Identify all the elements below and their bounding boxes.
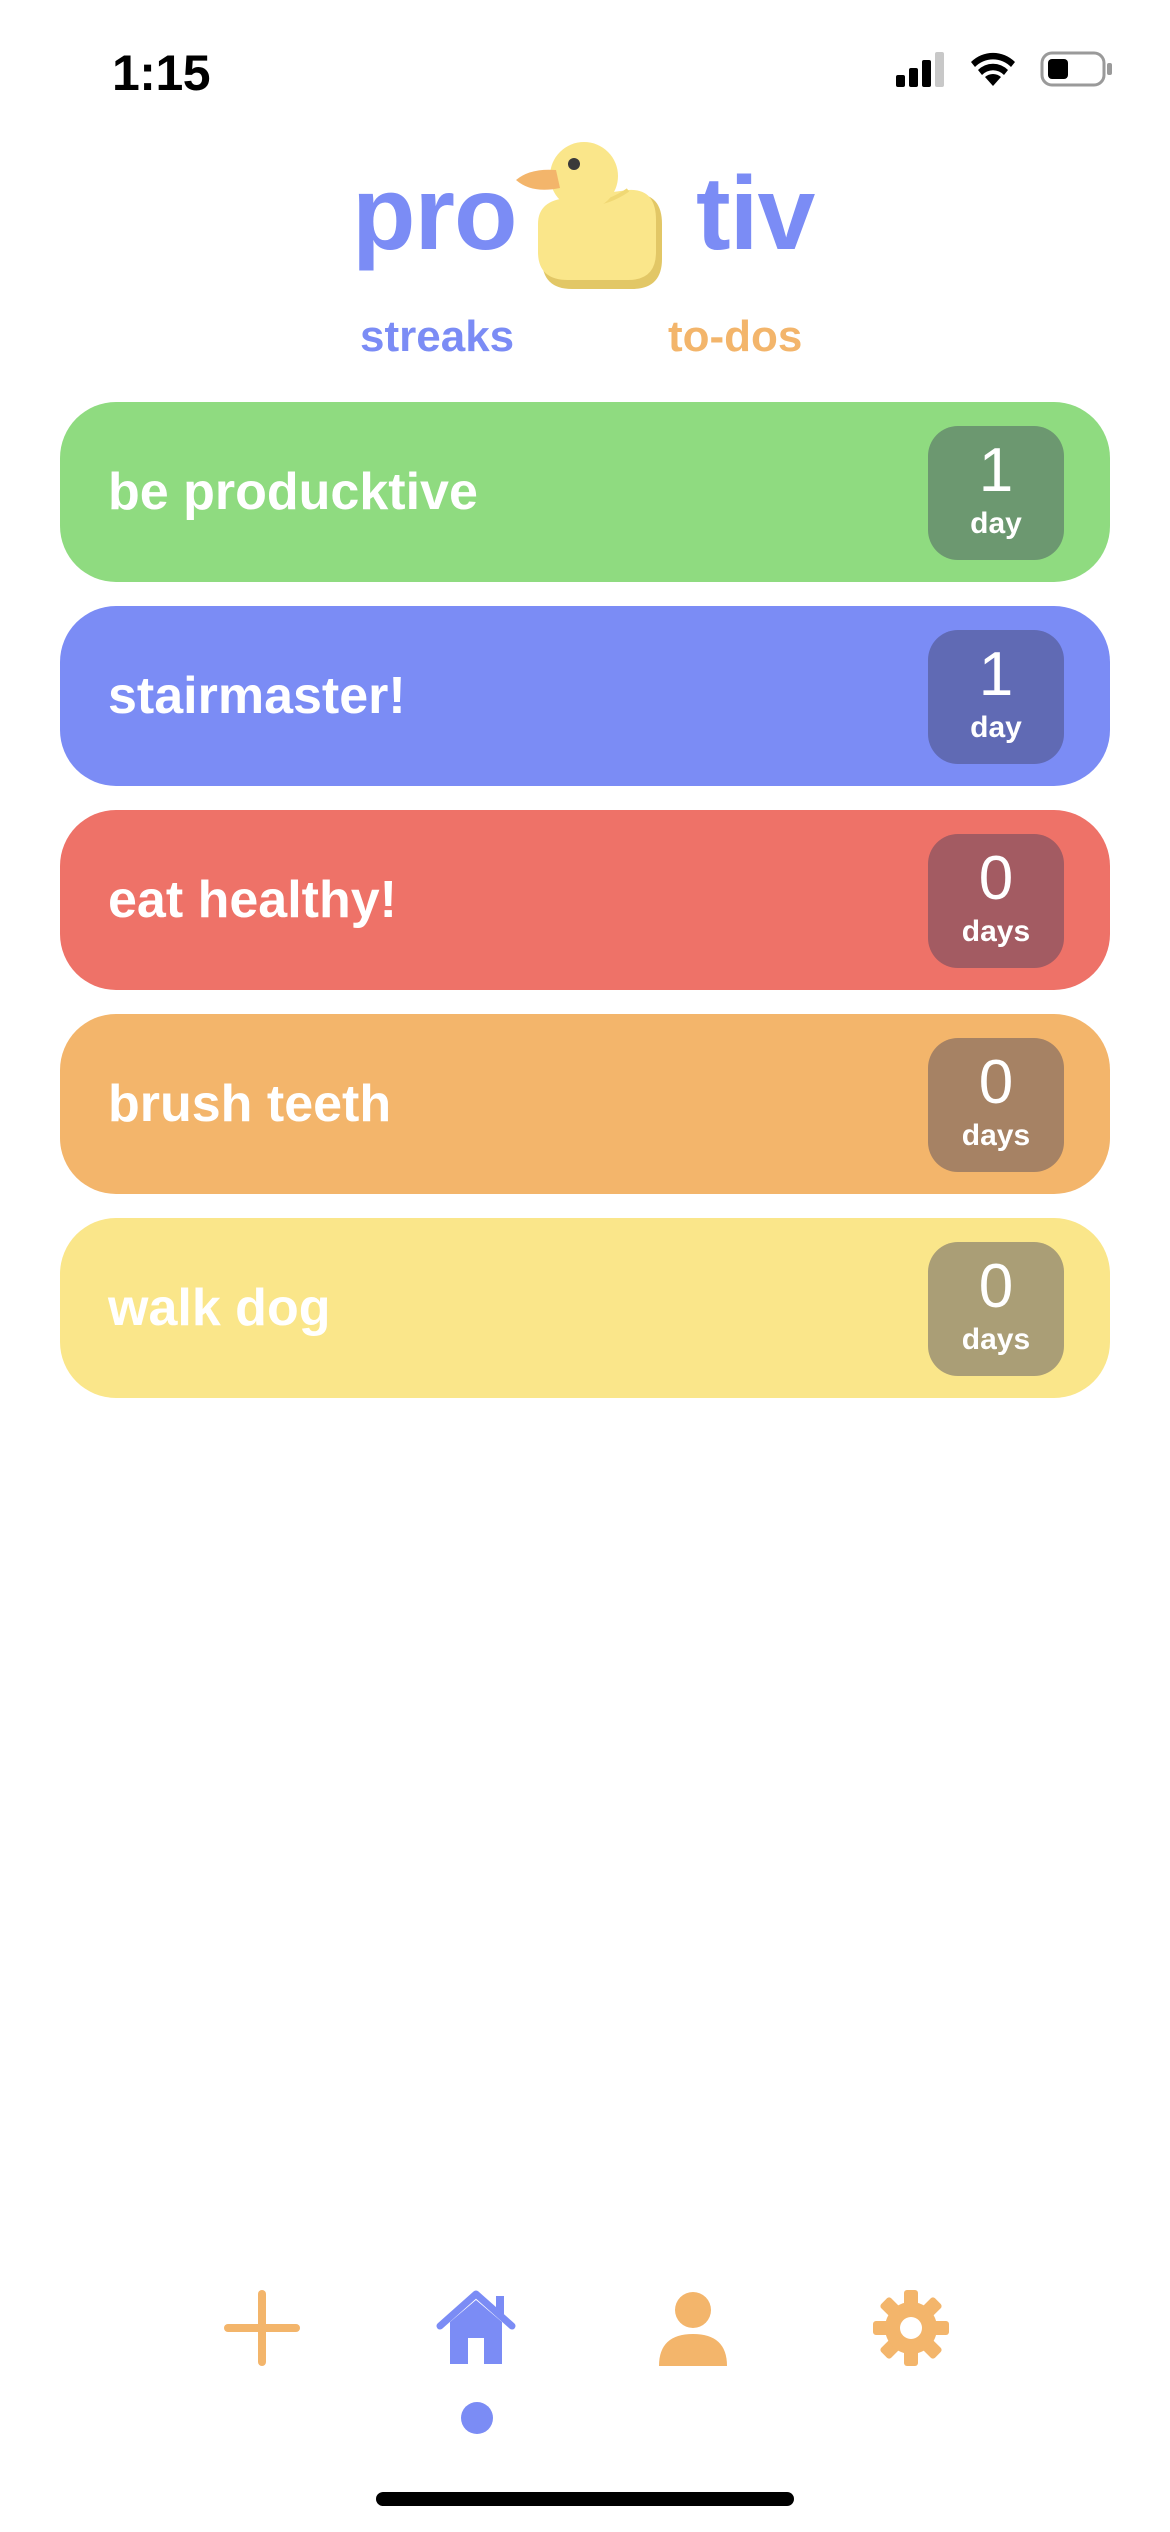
streak-unit: days xyxy=(961,915,1031,948)
streak-count-badge: 0 days xyxy=(928,834,1064,968)
streak-card[interactable]: brush teeth 0 days xyxy=(60,1014,1110,1194)
streak-name: eat healthy! xyxy=(108,871,397,929)
streak-count-badge: 0 days xyxy=(928,1038,1064,1172)
streak-name: be producktive xyxy=(108,463,478,521)
bottom-nav xyxy=(0,2280,1170,2440)
person-icon xyxy=(653,2288,733,2373)
streak-unit: day xyxy=(970,507,1022,540)
home-icon xyxy=(434,2288,518,2373)
battery-icon xyxy=(1040,50,1114,93)
streak-count: 0 xyxy=(978,844,1014,913)
streak-name: stairmaster! xyxy=(108,667,406,725)
streak-unit: days xyxy=(961,1323,1031,1356)
streak-count-badge: 0 days xyxy=(928,1242,1064,1376)
status-bar: 1:15 xyxy=(0,0,1170,140)
streak-card[interactable]: eat healthy! 0 days xyxy=(60,810,1110,990)
streak-count-badge: 1 day xyxy=(928,426,1064,560)
streak-list: be producktive 1 day stairmaster! 1 day … xyxy=(60,402,1110,1422)
add-streak-button[interactable] xyxy=(212,2280,312,2380)
streak-count: 1 xyxy=(978,436,1014,505)
status-time: 1:15 xyxy=(112,45,211,101)
streak-card[interactable]: be producktive 1 day xyxy=(60,402,1110,582)
streak-unit: day xyxy=(970,711,1022,744)
app-logo: pro tiv xyxy=(0,130,1170,310)
profile-button[interactable] xyxy=(643,2280,743,2380)
streak-count-badge: 1 day xyxy=(928,630,1064,764)
active-page-indicator xyxy=(461,2402,493,2434)
streak-name: walk dog xyxy=(108,1279,331,1337)
tab-todos[interactable]: to-dos xyxy=(668,312,802,362)
logo-text-right: tiv xyxy=(696,156,815,272)
streak-count: 0 xyxy=(978,1252,1014,1321)
view-tabs: streaks to-dos xyxy=(0,312,1170,372)
status-icons xyxy=(896,50,1114,93)
duck-icon xyxy=(512,134,672,299)
wifi-icon xyxy=(968,50,1018,93)
tab-streaks[interactable]: streaks xyxy=(360,312,514,362)
settings-button[interactable] xyxy=(861,2280,961,2380)
streak-unit: days xyxy=(961,1119,1031,1152)
streak-count: 0 xyxy=(978,1048,1014,1117)
gear-icon xyxy=(871,2288,951,2373)
plus-icon xyxy=(222,2288,302,2373)
streak-count: 1 xyxy=(978,640,1014,709)
home-button[interactable] xyxy=(426,2280,526,2380)
home-indicator xyxy=(376,2492,794,2506)
streak-name: brush teeth xyxy=(108,1075,392,1133)
cellular-signal-icon xyxy=(896,51,946,92)
logo-text-left: pro xyxy=(352,156,518,272)
streak-card[interactable]: walk dog 0 days xyxy=(60,1218,1110,1398)
streak-card[interactable]: stairmaster! 1 day xyxy=(60,606,1110,786)
